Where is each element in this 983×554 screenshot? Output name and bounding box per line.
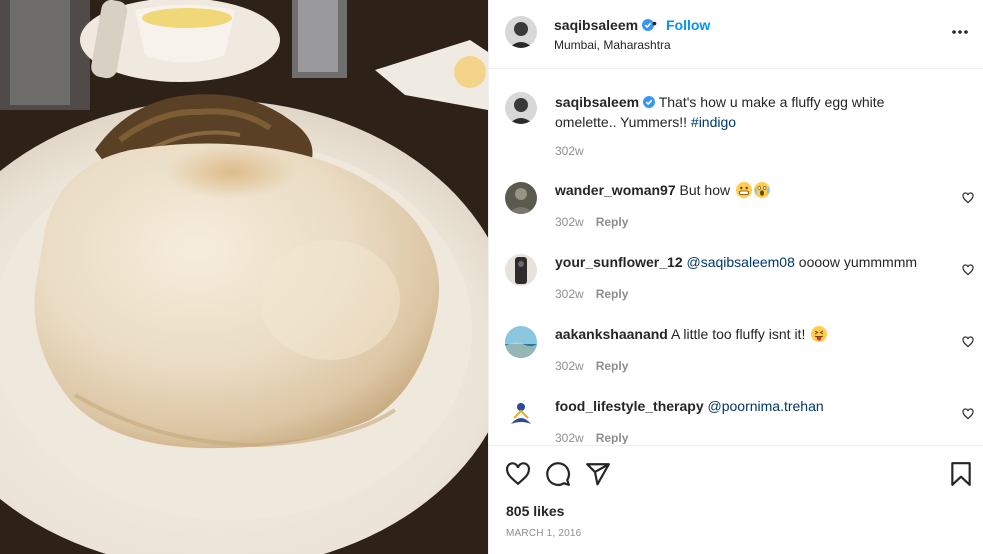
comments-list[interactable]: saqibsaleem That's how u make a fluffy e…	[489, 70, 983, 444]
bookmark-icon[interactable]	[948, 461, 974, 487]
comment-text: food_lifestyle_therapy @poornima.trehan	[555, 396, 944, 416]
comment-bubble-icon[interactable]	[545, 461, 571, 487]
caption-hashtag[interactable]: #indigo	[691, 114, 736, 130]
reply-button[interactable]: Reply	[596, 215, 629, 229]
comment-like-heart-icon[interactable]	[962, 264, 974, 276]
scream-emoji	[753, 182, 770, 198]
author-username-text[interactable]: saqibsaleem	[554, 17, 638, 33]
comment-text: your_sunflower_12 @saqibsaleem08 oooow y…	[555, 252, 944, 272]
reply-button[interactable]: Reply	[596, 431, 629, 444]
commenter-avatar[interactable]	[505, 326, 537, 358]
follow-button[interactable]: Follow	[666, 17, 710, 33]
comment-text: wander_woman97 But how	[555, 180, 944, 200]
comment-body: oooow yummmmm	[794, 254, 918, 270]
comment-item: your_sunflower_12 @saqibsaleem08 oooow y…	[489, 252, 983, 312]
caption: saqibsaleem That's how u make a fluffy e…	[489, 88, 983, 158]
commenter-username[interactable]: your_sunflower_12	[555, 254, 683, 270]
reply-button[interactable]: Reply	[596, 287, 629, 301]
comment-mention[interactable]: @poornima.trehan	[708, 398, 824, 414]
commenter-avatar[interactable]	[505, 398, 537, 430]
comment-time[interactable]: 302w	[555, 215, 584, 229]
comment-meta: 302w Reply	[555, 215, 628, 229]
author-avatar[interactable]	[505, 16, 537, 48]
grin-emoji	[735, 182, 752, 198]
caption-username[interactable]: saqibsaleem	[555, 94, 639, 110]
caption-avatar[interactable]	[505, 92, 537, 124]
comment-like-heart-icon[interactable]	[962, 336, 974, 348]
comment-meta: 302w Reply	[555, 287, 628, 301]
post-date[interactable]: MARCH 1, 2016	[506, 528, 581, 539]
post-photo	[0, 0, 488, 554]
comment-item: aakankshaanand A little too fluffy isnt …	[489, 324, 983, 384]
comment-body: A little too fluffy isnt it!	[670, 326, 810, 342]
commenter-username[interactable]: food_lifestyle_therapy	[555, 398, 704, 414]
post-actions: 805 likes MARCH 1, 2016	[489, 445, 983, 554]
commenter-username[interactable]: wander_woman97	[555, 182, 676, 198]
comment-item: wander_woman97 But how 302w Reply	[489, 180, 983, 240]
author-username[interactable]: saqibsaleem	[554, 17, 655, 33]
post-details-panel: saqibsaleem • Follow Mumbai, Maharashtra…	[488, 0, 983, 554]
comment-body: But how	[679, 182, 734, 198]
comment-item: food_lifestyle_therapy @poornima.trehan …	[489, 396, 983, 444]
comment-time[interactable]: 302w	[555, 431, 584, 444]
comment-like-heart-icon[interactable]	[962, 408, 974, 420]
caption-time[interactable]: 302w	[555, 144, 584, 158]
reply-button[interactable]: Reply	[596, 359, 629, 373]
commenter-username[interactable]: aakankshaanand	[555, 326, 668, 342]
comment-meta: 302w Reply	[555, 431, 628, 444]
separator-dot: •	[652, 15, 657, 31]
comment-meta: 302w Reply	[555, 359, 628, 373]
post-header: saqibsaleem • Follow Mumbai, Maharashtra	[489, 0, 983, 69]
caption-text: saqibsaleem That's how u make a fluffy e…	[555, 92, 944, 132]
comment-like-heart-icon[interactable]	[962, 192, 974, 204]
omelette-photo	[0, 0, 488, 554]
more-options-icon[interactable]	[950, 22, 970, 42]
heart-icon[interactable]	[505, 461, 531, 487]
verified-badge-icon	[643, 96, 656, 108]
likes-count[interactable]: 805 likes	[506, 503, 564, 519]
commenter-avatar[interactable]	[505, 254, 537, 286]
paper-plane-icon[interactable]	[585, 461, 611, 487]
commenter-avatar[interactable]	[505, 182, 537, 214]
comment-mention[interactable]: @saqibsaleem08	[687, 254, 795, 270]
tongue-emoji	[811, 326, 828, 342]
comment-text: aakankshaanand A little too fluffy isnt …	[555, 324, 944, 344]
post-location[interactable]: Mumbai, Maharashtra	[554, 38, 671, 52]
comment-time[interactable]: 302w	[555, 287, 584, 301]
comment-time[interactable]: 302w	[555, 359, 584, 373]
